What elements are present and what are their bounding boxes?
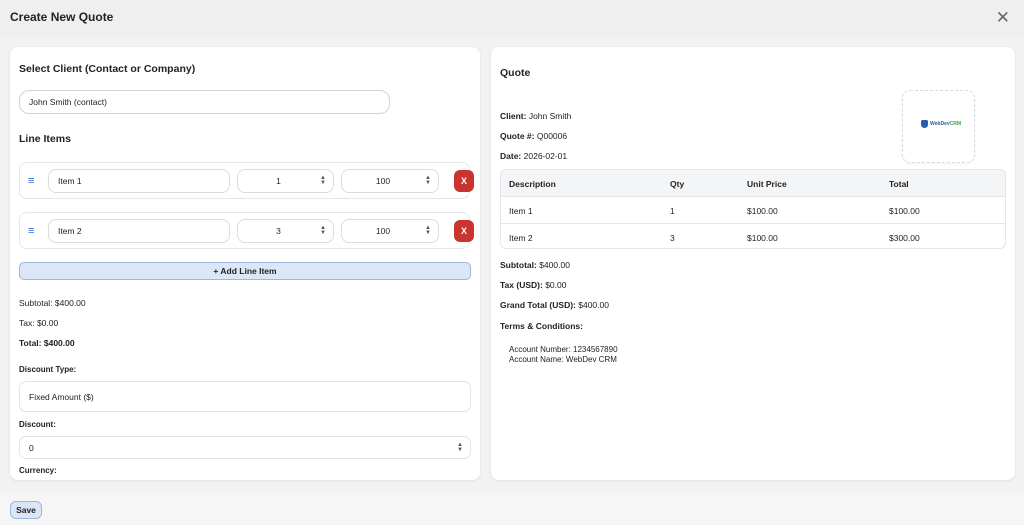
item-price-input[interactable]: 100 ▲ ▼ [341,169,439,193]
stepper-icon[interactable]: ▲ ▼ [320,175,326,186]
quote-preview-panel: Quote Client: John Smith Quote #: Q00006… [491,47,1015,480]
quote-number-value: Q00006 [536,131,568,141]
client-value: John Smith [528,111,572,121]
save-button[interactable]: Save [10,501,42,519]
line-item-row: ≡ Item 1 1 ▲ ▼ 100 ▲ ▼ X [19,162,474,199]
table-row: Item 2 3 $100.00 $300.00 [501,224,1005,248]
cell-qty: 3 [670,232,675,243]
discount-label: Discount: [19,420,56,429]
logo-text: WebDevCRM [930,120,961,128]
preview-subtotal: Subtotal: $400.00 [500,260,570,270]
company-logo: WebDevCRM [902,90,975,163]
line-item-row: ≡ Item 2 3 ▲ ▼ 100 ▲ ▼ X [19,212,474,249]
header-description: Description [509,178,556,189]
terms-line: Account Name: WebDev CRM [509,355,617,364]
header-unit-price: Unit Price [747,178,787,189]
shield-icon [921,120,928,128]
client-select[interactable]: John Smith (contact) [19,90,390,114]
cell-qty: 1 [670,205,675,216]
item-qty-input[interactable]: 3 ▲ ▼ [237,219,334,243]
price-value: 100 [375,226,391,236]
date-value: 2026-02-01 [523,151,568,161]
grand-total-value: $400.00 [578,300,609,310]
date-label: Date: [500,151,522,161]
preview-client: Client: John Smith [500,111,571,121]
item-name-input[interactable]: Item 1 [48,169,230,193]
header-qty: Qty [670,178,685,189]
discount-type-select[interactable]: Fixed Amount ($) [19,381,471,412]
modal-footer [0,492,1024,525]
cell-description: Item 2 [509,232,533,243]
terms-heading: Terms & Conditions: [500,321,583,331]
cell-unit-price: $100.00 [747,232,778,243]
modal-title: Create New Quote [10,10,114,24]
qty-value: 3 [276,226,281,236]
logo-text-crm: CRM [949,121,962,127]
subtotal-value: $400.00 [539,260,570,270]
discount-type-label: Discount Type: [19,365,77,374]
preview-grand-total: Grand Total (USD): $400.00 [500,300,609,310]
remove-item-button[interactable]: X [454,220,474,242]
stepper-icon[interactable]: ▲ ▼ [425,175,431,186]
preview-date: Date: 2026-02-01 [500,151,567,161]
add-line-item-button[interactable]: + Add Line Item [19,262,471,280]
header-total: Total [889,178,909,189]
form-subtotal: Subtotal: $400.00 [19,298,86,308]
form-tax: Tax: $0.00 [19,318,59,328]
cell-total: $300.00 [889,232,920,243]
drag-handle-icon[interactable]: ≡ [28,225,34,237]
preview-heading: Quote [500,67,531,79]
price-value: 100 [375,176,391,186]
stepper-icon[interactable]: ▲ ▼ [425,225,431,236]
quote-items-table: Description Qty Unit Price Total Item 1 … [500,169,1006,249]
stepper-icon[interactable]: ▲ ▼ [320,225,326,236]
drag-handle-icon[interactable]: ≡ [28,175,34,187]
stepper-icon[interactable]: ▲ ▼ [457,442,463,453]
logo-text-webdev: WebDev [930,121,950,127]
item-name-input[interactable]: Item 2 [48,219,230,243]
preview-tax: Tax (USD): $0.00 [500,280,566,290]
cell-total: $100.00 [889,205,920,216]
qty-value: 1 [276,176,281,186]
currency-label: Currency: [19,466,57,475]
tax-label: Tax (USD): [500,280,543,290]
grand-total-label: Grand Total (USD): [500,300,576,310]
tax-value: $0.00 [545,280,567,290]
subtotal-label: Subtotal: [500,260,537,270]
quote-form-panel: Select Client (Contact or Company) John … [10,47,480,480]
terms-line: Account Number: 1234567890 [509,345,618,354]
quote-number-label: Quote #: [500,131,535,141]
form-total: Total: $400.00 [19,338,75,348]
cell-unit-price: $100.00 [747,205,778,216]
cell-description: Item 1 [509,205,533,216]
modal-header [0,0,1024,36]
discount-input[interactable]: 0 ▲ ▼ [19,436,471,459]
remove-item-button[interactable]: X [454,170,474,192]
item-price-input[interactable]: 100 ▲ ▼ [341,219,439,243]
client-label: Client: [500,111,527,121]
discount-value: 0 [29,442,34,453]
client-heading: Select Client (Contact or Company) [19,63,196,75]
item-qty-input[interactable]: 1 ▲ ▼ [237,169,334,193]
line-items-heading: Line Items [19,133,71,145]
table-header: Description Qty Unit Price Total [501,170,1005,197]
preview-quote-number: Quote #: Q00006 [500,131,567,141]
table-row: Item 1 1 $100.00 $100.00 [501,197,1005,224]
close-icon[interactable]: ✕ [996,9,1010,26]
